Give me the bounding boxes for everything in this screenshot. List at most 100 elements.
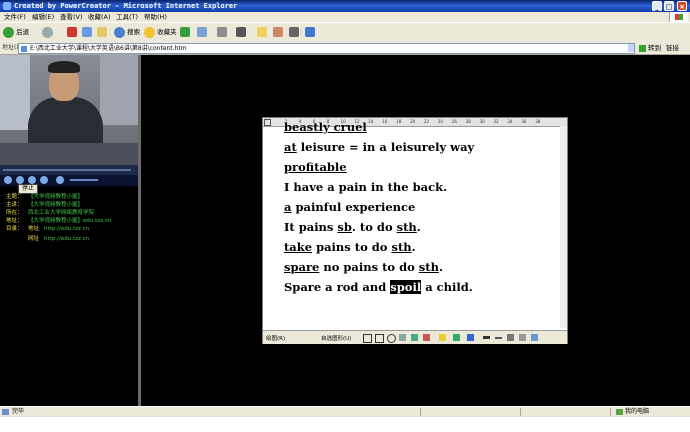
ruler-tick: 36 [521,119,527,124]
lecture-video[interactable] [0,55,138,165]
line-icon[interactable] [363,334,372,343]
selected-word: spoil [390,280,422,294]
directory-link[interactable]: http://edu.tzz.cn [44,225,89,233]
research-icon[interactable] [289,27,299,37]
slide-document[interactable]: 2 4 6 8 10 12 14 16 18 20 22 24 26 28 30 32 34 36 38 beast… [262,117,568,344]
menu-edit[interactable]: 编辑(E) [32,12,54,22]
ruler-tick: 34 [507,119,513,124]
line-segment: sth [396,220,417,234]
search-button[interactable]: 搜索 [114,26,140,39]
play-icon[interactable] [4,176,12,184]
forward-button[interactable] [42,26,53,39]
line-segment: leisure = in a leisurely way [296,140,475,154]
print-icon[interactable] [217,27,227,37]
document-line: Spare a rod and spoil a child. [284,280,473,294]
menu-bar: 文件(F) 编辑(E) 查看(V) 收藏(A) 工具(T) 帮助(H) [0,12,690,22]
ruler-tick: 18 [396,119,402,124]
line-segment: pains to do [312,240,392,254]
page-status-icon [2,409,9,415]
next-icon[interactable] [40,176,48,184]
close-button[interactable]: × [677,1,687,11]
rectangle-icon[interactable] [375,334,384,343]
line-segment: . [416,220,421,234]
back-button[interactable]: 后退 [3,26,29,39]
document-line: It pains sb. to do sth. [284,220,421,234]
home-icon[interactable] [97,27,107,37]
draw-menu[interactable]: 绘图(R) [266,334,285,342]
menu-favorites[interactable]: 收藏(A) [88,12,111,22]
line-segment: take [284,240,313,254]
computer-icon [616,409,623,415]
zone-text: 我的电脑 [625,408,650,415]
window-title: Created by PowerCreator - Microsoft Inte… [14,2,238,10]
back-arrow-icon [3,26,14,38]
arrow-style-icon[interactable] [507,334,514,341]
document-line: I have a pain in the back. [284,180,447,194]
autoshape-menu[interactable]: 自选图形(U) [321,334,351,342]
address-field[interactable]: E:\西北工业大学\课程\大学英语\B6讲\第8讲\content.htm [18,43,635,54]
textbox-icon[interactable] [399,334,406,341]
volume-icon[interactable] [56,176,64,184]
oval-icon[interactable] [387,334,396,343]
favorites-button[interactable]: 收藏夹 [144,26,177,39]
mail-icon[interactable] [197,27,207,37]
line-color-icon[interactable] [453,334,460,341]
line-segment: . [438,260,443,274]
ruler-tick: 16 [382,119,388,124]
menu-tools[interactable]: 工具(T) [116,12,138,22]
folder-icon[interactable] [257,27,267,37]
tools-icon[interactable] [305,27,315,37]
3d-icon[interactable] [531,334,538,341]
line-segment: I have a pain in the back. [284,180,448,194]
line-style-icon[interactable] [483,336,490,339]
media-icon[interactable] [180,27,190,37]
video-progress-bar[interactable] [0,165,138,175]
panel-divider[interactable] [138,55,141,406]
forward-arrow-icon [42,26,53,38]
edit-icon[interactable] [236,27,246,37]
go-button[interactable]: 转到 [639,43,661,53]
previous-icon[interactable] [28,176,36,184]
clipart-icon[interactable] [423,334,430,341]
refresh-icon[interactable] [82,27,92,37]
ruler-tick: 20 [410,119,416,124]
line-segment: spare [284,260,320,274]
menu-file[interactable]: 文件(F) [4,12,26,22]
chevron-down-icon[interactable] [628,44,634,52]
search-icon [114,26,125,38]
dash-style-icon[interactable] [495,337,502,339]
windows-logo-icon [669,12,688,22]
font-color-icon[interactable] [467,334,474,341]
document-line: profitable [284,160,347,174]
document-line: at leisure = in a leisurely way [284,140,474,154]
stop-media-icon[interactable] [16,176,24,184]
stop-icon[interactable] [67,27,77,37]
minimize-button[interactable]: _ [652,1,662,11]
menu-view[interactable]: 查看(V) [60,12,83,22]
line-segment: Spare a rod and [284,280,391,294]
ruler-tick: 26 [451,119,457,124]
line-segment: beastly cruel [284,120,367,134]
page-icon [21,45,27,52]
ruler-tick: 30 [479,119,485,124]
ruler-tick: 14 [368,119,374,124]
document-line: take pains to do sth. [284,240,416,254]
menu-help[interactable]: 帮助(H) [144,12,167,22]
window-titlebar: Created by PowerCreator - Microsoft Inte… [0,0,690,12]
website-link[interactable]: http://edu.tzz.cn [44,235,89,243]
line-segment: painful experience [291,200,416,214]
vertical-scrollbar[interactable] [560,126,567,328]
bottom-strip [0,416,690,432]
go-arrow-icon [639,44,646,52]
volume-slider[interactable] [70,179,98,181]
maximize-button[interactable]: □ [664,1,674,11]
star-icon [144,26,155,38]
ruler-tick: 38 [535,119,541,124]
links-button[interactable]: 链接 [666,43,679,53]
shadow-icon[interactable] [519,334,526,341]
messenger-icon[interactable] [273,27,283,37]
fill-color-icon[interactable] [439,334,446,341]
document-line: spare no pains to do sth. [284,260,443,274]
line-segment: . [411,240,416,254]
wordart-icon[interactable] [411,334,418,341]
